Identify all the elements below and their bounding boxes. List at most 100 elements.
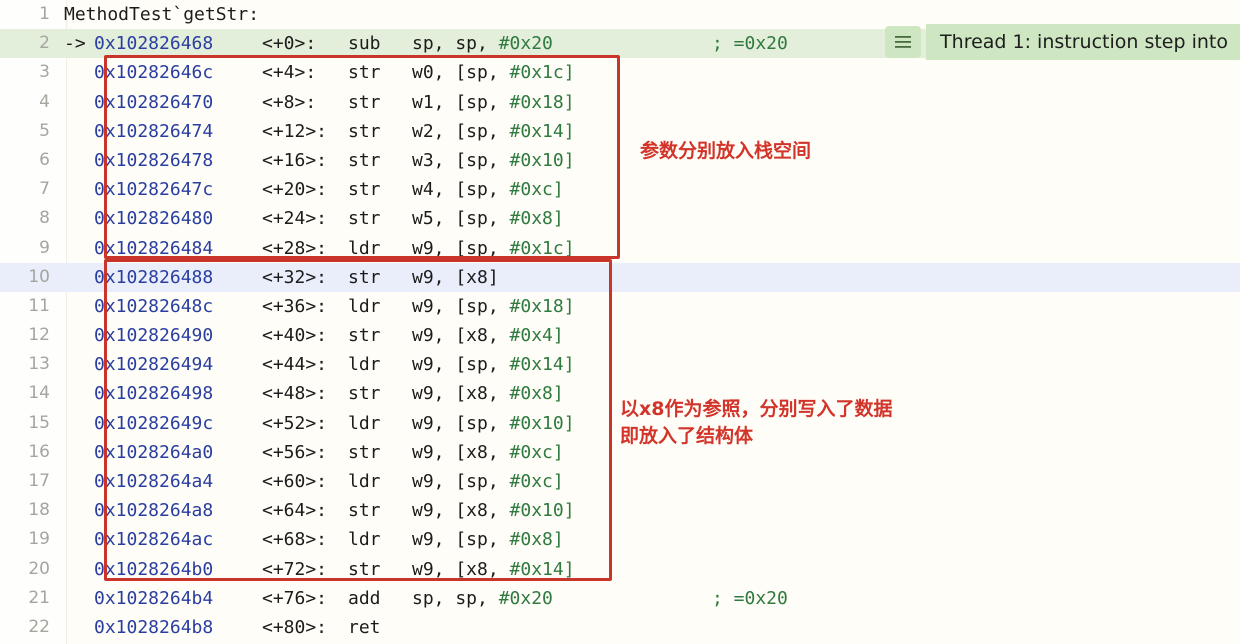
line-number: 22	[28, 616, 50, 637]
instruction-text: 0x102826488 <+32>: str w9, [x8]	[94, 263, 712, 292]
line-number: 16	[28, 441, 50, 462]
disassembly-row[interactable]: 8 0x102826480 <+24>: str w5, [sp, #0x8]	[0, 204, 1240, 233]
instruction-text: 0x102826468 <+0>: sub sp, sp, #0x20; =0x20	[94, 29, 788, 58]
instruction-mnemonic: ldr	[348, 237, 381, 259]
instruction-offset: <+56>:	[262, 441, 328, 463]
instruction-text: 0x10282646c <+4>: str w0, [sp, #0x1c]	[94, 58, 712, 87]
instruction-text: 0x102826470 <+8>: str w1, [sp, #0x18]	[94, 88, 712, 117]
disassembly-row[interactable]: 9 0x102826484 <+28>: ldr w9, [sp, #0x1c]	[0, 234, 1240, 263]
instruction-address: 0x102826488	[94, 266, 214, 288]
instruction-mnemonic: ldr	[348, 295, 381, 317]
instruction-text: 0x1028264a4 <+60>: ldr w9, [sp, #0xc]	[94, 467, 712, 496]
instruction-text: 0x1028264b4 <+76>: add sp, sp, #0x20; =0x20	[94, 584, 788, 613]
operand-immediate: #0x8]	[509, 529, 564, 551]
disassembly-row[interactable]: 7 0x10282647c <+20>: str w4, [sp, #0xc]	[0, 175, 1240, 204]
line-number: 7	[39, 179, 50, 200]
instruction-offset: <+4>:	[262, 62, 317, 84]
disassembly-row[interactable]: 3 0x10282646c <+4>: str w0, [sp, #0x1c]	[0, 58, 1240, 87]
disassembly-row[interactable]: 5 0x102826474 <+12>: str w2, [sp, #0x14]	[0, 117, 1240, 146]
disassembly-row[interactable]: 4 0x102826470 <+8>: str w1, [sp, #0x18]	[0, 88, 1240, 117]
operand-immediate: #0x10]	[509, 149, 575, 171]
disassembly-row[interactable]: 19 0x1028264ac <+68>: ldr w9, [sp, #0x8]	[0, 525, 1240, 554]
operand-immediate: #0x14]	[509, 120, 575, 142]
operand-registers: w9, [x8,	[412, 500, 510, 522]
operand-immediate: #0x1c]	[509, 237, 575, 259]
instruction-mnemonic: str	[348, 266, 381, 288]
disassembly-row[interactable]: 20 0x1028264b0 <+72>: str w9, [x8, #0x14]	[0, 555, 1240, 584]
disassembly-line-list[interactable]: 1 MethodTest`getStr: 2 -> 0x102826468 <+0>: su…	[0, 0, 1240, 642]
disassembly-view[interactable]: 1 MethodTest`getStr: 2 -> 0x102826468 <+0>: su…	[0, 0, 1240, 644]
instruction-comment: ; =0x20	[712, 33, 788, 55]
line-number: 14	[28, 383, 50, 404]
disassembly-row[interactable]: 13 0x102826494 <+44>: ldr w9, [sp, #0x14]	[0, 350, 1240, 379]
line-number: 19	[28, 529, 50, 550]
instruction-address: 0x10282646c	[94, 62, 214, 84]
instruction-offset: <+16>:	[262, 149, 328, 171]
instruction-mnemonic: str	[348, 208, 381, 230]
instruction-text: 0x102826490 <+40>: str w9, [x8, #0x4]	[94, 321, 712, 350]
instruction-text: 0x1028264b0 <+72>: str w9, [x8, #0x14]	[94, 555, 712, 584]
operand-immediate: #0x14]	[509, 354, 575, 376]
instruction-offset: <+20>:	[262, 179, 328, 201]
disassembly-row[interactable]: 17 0x1028264a4 <+60>: ldr w9, [sp, #0xc]	[0, 467, 1240, 496]
instruction-offset: <+8>:	[262, 91, 317, 113]
disassembly-row[interactable]: 21 0x1028264b4 <+76>: add sp, sp, #0x20; =0x…	[0, 584, 1240, 613]
operand-immediate: #0x8]	[509, 208, 564, 230]
operand-immediate: #0x10]	[509, 500, 575, 522]
instruction-operands: w0, [sp, #0x1c]	[412, 58, 712, 87]
instruction-offset: <+68>:	[262, 529, 328, 551]
line-number: 6	[39, 149, 50, 170]
operand-immediate: #0xc]	[509, 441, 564, 463]
disassembly-row[interactable]: 18 0x1028264a8 <+64>: str w9, [x8, #0x10]	[0, 496, 1240, 525]
line-number: 4	[39, 91, 50, 112]
instruction-text: 0x102826474 <+12>: str w2, [sp, #0x14]	[94, 117, 712, 146]
instruction-address: 0x10282649c	[94, 412, 214, 434]
instruction-operands: w9, [x8, #0x14]	[412, 555, 712, 584]
operand-immediate: #0x20	[498, 33, 553, 55]
instruction-offset: <+52>:	[262, 412, 328, 434]
instruction-text: 0x102826478 <+16>: str w3, [sp, #0x10]	[94, 146, 712, 175]
instruction-offset: <+28>:	[262, 237, 328, 259]
instruction-operands: w9, [sp, #0x8]	[412, 525, 712, 554]
instruction-address: 0x102826494	[94, 354, 214, 376]
operand-immediate: #0x18]	[509, 295, 575, 317]
operand-immediate: #0x1c]	[509, 62, 575, 84]
instruction-mnemonic: ldr	[348, 529, 381, 551]
instruction-operands: w9, [sp, #0xc]	[412, 467, 712, 496]
instruction-offset: <+24>:	[262, 208, 328, 230]
annotation-text-params: 参数分别放入栈空间	[640, 140, 812, 162]
operand-immediate: #0x20	[498, 587, 553, 609]
disassembly-row[interactable]: 11 0x10282648c <+36>: ldr w9, [sp, #0x18]	[0, 292, 1240, 321]
line-number: 17	[28, 471, 50, 491]
line-number: 13	[28, 354, 50, 375]
line-number: 11	[28, 295, 50, 316]
instruction-address: 0x1028264b0	[94, 558, 214, 580]
instruction-offset: <+32>:	[262, 266, 328, 288]
line-number: 2	[39, 33, 50, 54]
thread-status-badge[interactable]: Thread 1: instruction step into	[885, 24, 1240, 60]
disassembly-row[interactable]: 10 0x102826488 <+32>: str w9, [x8]	[0, 262, 1240, 292]
instruction-address: 0x10282648c	[94, 295, 214, 317]
instruction-mnemonic: str	[348, 179, 381, 201]
line-number: 1	[39, 4, 50, 24]
operand-immediate: #0xc]	[509, 179, 564, 201]
instruction-offset: <+40>:	[262, 325, 328, 347]
instruction-offset: <+60>:	[262, 471, 328, 492]
instruction-operands: w4, [sp, #0xc]	[412, 175, 712, 204]
hamburger-menu-icon[interactable]	[885, 26, 922, 58]
instruction-mnemonic: str	[348, 120, 381, 142]
instruction-mnemonic: str	[348, 149, 381, 171]
operand-immediate: #0x8]	[509, 383, 564, 405]
instruction-text: 0x10282647c <+20>: str w4, [sp, #0xc]	[94, 175, 712, 204]
instruction-operands: sp, sp, #0x20	[412, 29, 712, 58]
current-instruction-arrow-icon: ->	[64, 33, 86, 55]
line-number: 5	[39, 120, 50, 141]
disassembly-row[interactable]: 6 0x102826478 <+16>: str w3, [sp, #0x10]	[0, 146, 1240, 175]
instruction-text: 0x102826480 <+24>: str w5, [sp, #0x8]	[94, 204, 712, 233]
instruction-offset: <+12>:	[262, 120, 328, 142]
instruction-address: 0x102826470	[94, 91, 214, 113]
disassembly-row[interactable]: 12 0x102826490 <+40>: str w9, [x8, #0x4]	[0, 321, 1240, 350]
disassembly-row[interactable]: 22 0x1028264b8 <+80>: ret	[0, 613, 1240, 642]
instruction-address: 0x102826478	[94, 149, 214, 171]
operand-registers: w3, [sp,	[412, 149, 510, 171]
